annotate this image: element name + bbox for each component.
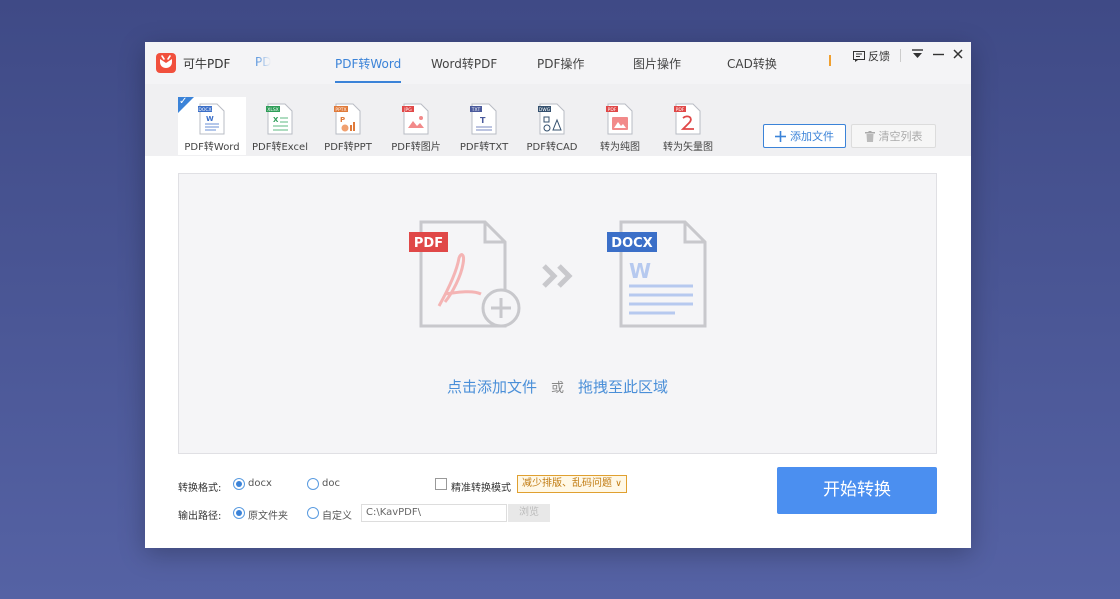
- output-custom-label: 自定义: [322, 511, 352, 522]
- output-path-field[interactable]: C:\KavPDF\: [361, 504, 507, 522]
- drop-instructions: 点击添加文件或拖拽至此区域: [179, 376, 936, 397]
- pdf-vector-file-icon: PDF: [674, 103, 701, 135]
- tab-fade: [253, 42, 271, 84]
- tool-label: PDF转CAD: [526, 142, 578, 153]
- jpg-file-icon: JPG: [402, 103, 429, 135]
- pdf-file-add-icon: PDF: [409, 220, 521, 328]
- dwg-file-icon: DWG: [538, 103, 565, 135]
- pdf-image-file-icon: PDF: [606, 103, 633, 135]
- feedback-icon: [853, 50, 865, 62]
- output-original-label: 原文件夹: [248, 511, 288, 522]
- pptx-file-icon: PPTX P: [334, 103, 361, 135]
- drag-here-link: 拖拽至此区域: [578, 378, 669, 396]
- precise-mode-hint[interactable]: 减少排版、乱码问题 ∨: [517, 475, 627, 493]
- svg-text:DWG: DWG: [539, 107, 551, 113]
- feedback-button[interactable]: 反馈: [853, 48, 890, 64]
- svg-text:W: W: [629, 259, 651, 283]
- svg-text:X: X: [273, 116, 279, 124]
- add-files-label: 添加文件: [790, 130, 834, 143]
- active-tab-indicator: [335, 81, 401, 83]
- trash-icon: [864, 130, 875, 142]
- output-label: 输出路径:: [178, 511, 222, 522]
- tool-pdf-to-ppt[interactable]: PPTX P PDF转PPT: [314, 97, 382, 155]
- xlsx-file-icon: XLSX X: [266, 103, 293, 135]
- check-icon: ✓: [179, 96, 188, 107]
- tab-fade-right: [821, 42, 833, 84]
- close-icon: [953, 49, 963, 59]
- svg-text:TXT: TXT: [471, 107, 481, 113]
- svg-text:P: P: [340, 116, 345, 124]
- tool-pdf-to-cad[interactable]: DWG PDF转CAD: [518, 97, 586, 155]
- precise-mode-label: 精准转换模式: [451, 483, 511, 494]
- chevron-down-icon: ∨: [615, 479, 622, 489]
- title-divider: [900, 49, 901, 62]
- tab-pdf-operations[interactable]: PDF操作: [537, 55, 584, 72]
- svg-text:DOCX: DOCX: [198, 107, 211, 113]
- app-name: 可牛PDF: [183, 57, 231, 71]
- precise-mode-hint-text: 减少排版、乱码问题: [522, 478, 612, 489]
- menu-button[interactable]: [912, 49, 923, 59]
- svg-text:DOCX: DOCX: [611, 236, 652, 251]
- close-button[interactable]: [953, 49, 963, 59]
- tab-pdf-to-word[interactable]: PDF转Word: [335, 55, 401, 72]
- minimize-icon: [933, 53, 944, 56]
- app-window: 可牛PDF PD PDF转Word Word转PDF PDF操作 图片操作 CA…: [145, 42, 971, 548]
- double-chevron-right-icon: [542, 264, 573, 288]
- format-doc-radio[interactable]: [307, 478, 319, 490]
- docx-file-icon-large: DOCX W: [607, 220, 707, 328]
- tool-to-vector[interactable]: PDF 转为矢量图: [654, 97, 722, 155]
- browse-button[interactable]: 浏览: [508, 504, 550, 522]
- format-docx-radio[interactable]: [233, 478, 245, 490]
- or-text: 或: [550, 381, 564, 396]
- feedback-label: 反馈: [868, 50, 890, 63]
- plus-icon: [775, 130, 786, 142]
- tool-pdf-to-txt[interactable]: TXT T PDF转TXT: [450, 97, 518, 155]
- tool-label: PDF转TXT: [459, 142, 509, 153]
- tab-word-to-pdf[interactable]: Word转PDF: [431, 55, 497, 72]
- app-logo-icon: [156, 53, 176, 73]
- txt-file-icon: TXT T: [470, 103, 497, 135]
- dropdown-menu-icon: [912, 49, 923, 58]
- clear-list-button[interactable]: 清空列表: [851, 124, 936, 148]
- start-convert-button[interactable]: 开始转换: [777, 467, 937, 514]
- docx-file-icon: DOCX W: [198, 103, 225, 135]
- clear-list-label: 清空列表: [878, 130, 923, 143]
- format-label: 转换格式:: [178, 483, 222, 494]
- svg-text:JPG: JPG: [403, 107, 412, 113]
- format-doc-label: doc: [322, 478, 340, 489]
- file-drop-zone[interactable]: PDF DOCX W 点击添加文件或拖拽至此区域: [178, 173, 937, 454]
- svg-text:W: W: [206, 115, 214, 123]
- svg-text:PPTX: PPTX: [335, 107, 346, 113]
- tool-label: PDF转Excel: [252, 142, 308, 153]
- svg-text:PDF: PDF: [414, 236, 443, 251]
- tool-label: PDF转Word: [184, 142, 240, 153]
- title-bar: 可牛PDF PD PDF转Word Word转PDF PDF操作 图片操作 CA…: [145, 42, 971, 84]
- precise-mode-checkbox[interactable]: [435, 478, 447, 490]
- tool-label: PDF转图片: [391, 142, 441, 153]
- tool-label: 转为纯图: [600, 142, 640, 153]
- tool-label: 转为矢量图: [663, 142, 713, 153]
- output-custom-radio[interactable]: [307, 507, 319, 519]
- output-original-radio[interactable]: [233, 507, 245, 519]
- svg-text:T: T: [480, 116, 486, 125]
- click-add-files-link[interactable]: 点击添加文件: [447, 378, 537, 396]
- tab-cad-convert[interactable]: CAD转换: [727, 55, 777, 72]
- tool-to-pure-image[interactable]: PDF 转为纯图: [586, 97, 654, 155]
- tool-pdf-to-word[interactable]: ✓ DOCX W PDF转Word: [178, 97, 246, 155]
- tool-label: PDF转PPT: [324, 142, 372, 153]
- tab-image-operations[interactable]: 图片操作: [633, 55, 681, 72]
- minimize-button[interactable]: [933, 49, 944, 59]
- tool-pdf-to-image[interactable]: JPG PDF转图片: [382, 97, 450, 155]
- format-docx-label: docx: [248, 478, 272, 489]
- tool-pdf-to-excel[interactable]: XLSX X PDF转Excel: [246, 97, 314, 155]
- svg-text:PDF: PDF: [608, 107, 617, 113]
- add-files-button[interactable]: 添加文件: [763, 124, 846, 148]
- svg-text:XLSX: XLSX: [267, 107, 279, 113]
- svg-text:PDF: PDF: [676, 107, 685, 113]
- tab-scroll-indicator: [829, 55, 831, 66]
